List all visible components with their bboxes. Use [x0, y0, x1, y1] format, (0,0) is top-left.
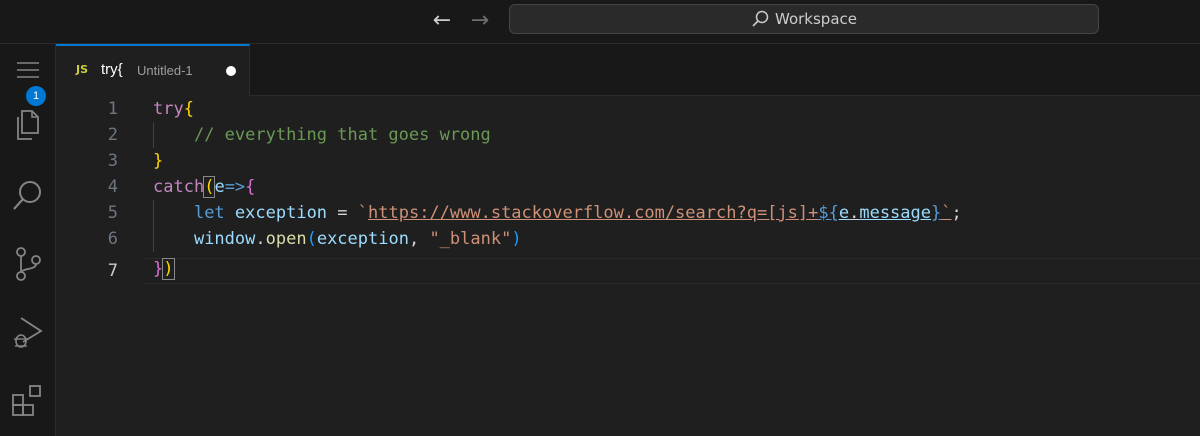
code-line: 7 }) [56, 258, 1200, 284]
code-editor[interactable]: 1 try{ 2 // everything that goes wrong 3… [56, 96, 1200, 436]
keyword-try: try [153, 99, 184, 119]
javascript-file-icon: JS [76, 63, 89, 76]
code-line: 4 catch(e=>{ [56, 174, 1200, 200]
template-delimiter: ` [941, 203, 952, 223]
operator: . [255, 229, 266, 249]
code-line: 3 } [56, 148, 1200, 174]
identifier: window [193, 229, 256, 249]
line-number: 5 [107, 203, 118, 223]
keyword-catch: catch [153, 177, 205, 197]
identifier: exception [234, 203, 328, 223]
editor-tab-strip: JS try{ Untitled-1 [56, 44, 1200, 96]
back-arrow-icon[interactable]: ← [429, 8, 455, 34]
template-delimiter: ` [357, 203, 369, 223]
tab-title: try{ [101, 61, 123, 78]
bracket: { [245, 177, 256, 197]
line-number: 6 [107, 229, 118, 249]
bracket: ) [511, 229, 522, 249]
function-name: open [265, 229, 307, 249]
menu-icon[interactable] [0, 46, 56, 94]
title-bar: ← → Workspace [0, 0, 1200, 44]
identifier: exception [316, 229, 409, 249]
string: "_blank" [429, 229, 512, 249]
explorer-icon[interactable] [0, 102, 56, 150]
tab-untitled-1[interactable]: JS try{ Untitled-1 [56, 44, 250, 96]
line-number: 2 [107, 125, 118, 145]
bracket: ( [306, 229, 317, 249]
line-number: 7 [107, 261, 118, 281]
identifier: e [214, 177, 225, 197]
search-view-icon[interactable] [0, 172, 56, 220]
arrow-operator: => [224, 177, 246, 197]
url-link[interactable]: https://www.stackoverflow.com/search?q=[… [368, 203, 818, 223]
bracket: ) [162, 258, 175, 280]
code-line: 6 window.open(exception, "_blank") [56, 226, 1200, 252]
keyword-let: let [193, 203, 225, 223]
tab-description: Untitled-1 [137, 63, 193, 78]
comment: // everything that goes wrong [193, 125, 491, 145]
unsaved-dot-icon[interactable] [226, 66, 236, 76]
identifier: message [859, 203, 931, 223]
search-label: Workspace [775, 10, 857, 28]
extensions-icon[interactable] [0, 378, 56, 426]
search-icon [751, 10, 769, 28]
bracket: ( [203, 176, 216, 198]
explorer-badge: 1 [26, 86, 46, 106]
semicolon: ; [951, 203, 962, 223]
operator: = [327, 203, 358, 223]
bracket: } [153, 151, 164, 171]
operator: , [408, 229, 430, 249]
line-number: 3 [107, 151, 118, 171]
bracket: { [183, 99, 194, 119]
code-line: 2 // everything that goes wrong [56, 122, 1200, 148]
forward-arrow-icon[interactable]: → [467, 8, 493, 34]
line-number: 1 [107, 99, 118, 119]
command-center-search[interactable]: Workspace [509, 4, 1099, 34]
template-interp: ${ [818, 203, 839, 223]
line-number: 4 [107, 177, 118, 197]
source-control-icon[interactable] [0, 240, 56, 288]
code-line: 5 let exception = `https://www.stackover… [56, 200, 1200, 226]
bracket: } [153, 259, 164, 279]
operator: . [849, 203, 860, 223]
run-debug-icon[interactable] [0, 308, 56, 356]
code-line: 1 try{ [56, 96, 1200, 122]
identifier: e [838, 203, 850, 223]
template-interp: } [931, 203, 942, 223]
